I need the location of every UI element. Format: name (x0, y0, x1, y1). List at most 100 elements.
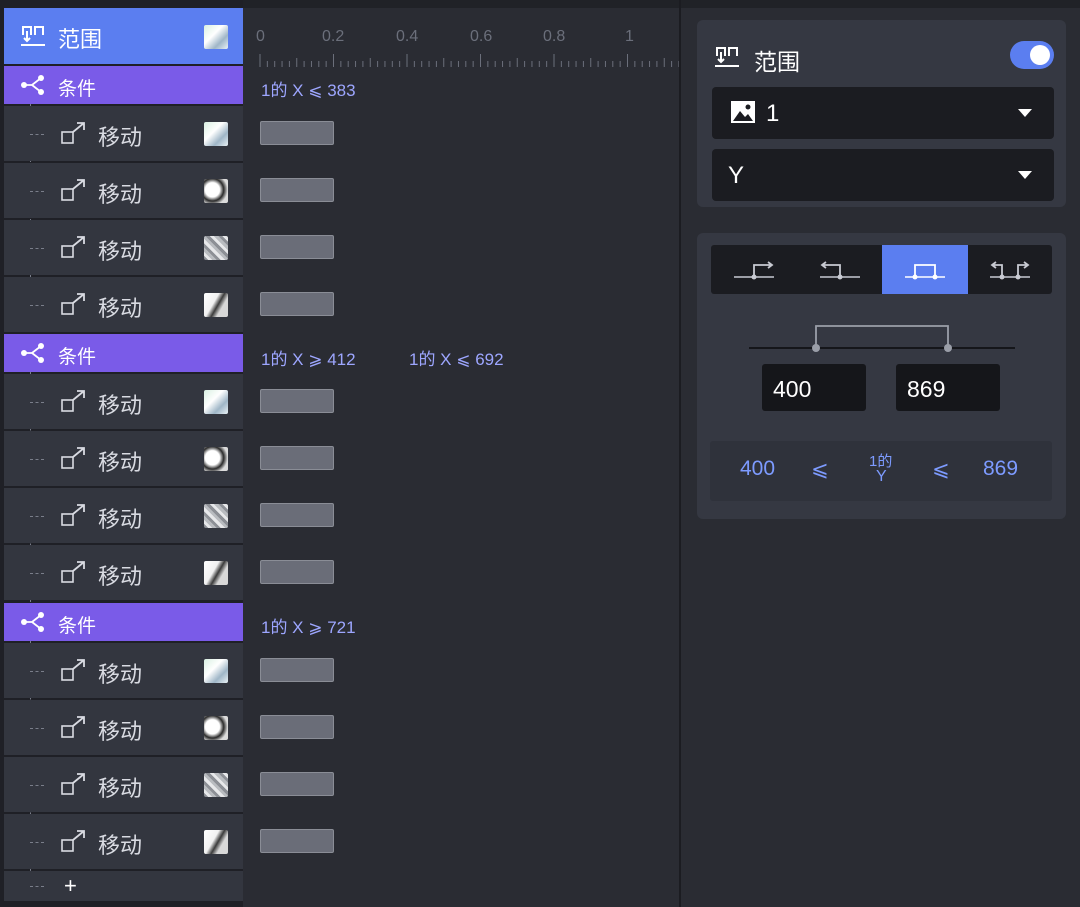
image-thumbnail (204, 236, 228, 260)
condition-label: 条件 (58, 616, 97, 637)
mode-outside-button[interactable] (968, 245, 1052, 294)
formula-subject-axis: Y (876, 468, 887, 485)
range-outside-icon (990, 261, 1030, 280)
formula-max: 869 (983, 457, 1019, 480)
image-thumbnail (204, 122, 228, 146)
branch-icon (21, 343, 44, 363)
tree-connector (30, 191, 44, 192)
move-icon (61, 504, 85, 526)
move-icon (61, 236, 85, 258)
min-value-input[interactable]: 400 (762, 364, 866, 411)
tree-connector (30, 886, 44, 887)
timeline-clip[interactable] (260, 235, 334, 259)
image-thumbnail (204, 716, 228, 740)
branch-icon (21, 75, 44, 95)
axis-select-value: Y (728, 162, 745, 189)
timeline-clip[interactable] (260, 772, 334, 796)
image-thumbnail (204, 561, 228, 585)
move-icon (61, 659, 85, 681)
tree-connector (30, 671, 44, 672)
timeline-clip[interactable] (260, 503, 334, 527)
image-thumbnail (204, 773, 228, 797)
chevron-down-icon (1018, 109, 1032, 117)
timeline-clip[interactable] (260, 389, 334, 413)
add-icon: + (64, 873, 77, 898)
ruler-tick-label: 1 (625, 28, 634, 45)
branch-icon (21, 612, 44, 632)
move-label: 移动 (98, 662, 143, 687)
tree-connector (30, 402, 44, 403)
image-icon (731, 101, 755, 123)
timeline-clip[interactable] (260, 446, 334, 470)
move-icon (61, 830, 85, 852)
range-out-right-icon (734, 261, 774, 280)
condition-row[interactable]: 条件 (4, 66, 243, 104)
tree-connector (30, 573, 44, 574)
layer-range-row[interactable]: 范围 (4, 8, 243, 64)
ruler-tick-label: 0.4 (396, 28, 419, 45)
range-out-left-icon (820, 261, 860, 280)
move-icon (61, 447, 85, 469)
axis-select[interactable]: Y (712, 149, 1054, 201)
timeline-clip[interactable] (260, 178, 334, 202)
condition-expression: 1的 X ⩾ 412 (261, 350, 356, 369)
image-thumbnail (204, 504, 228, 528)
image-thumbnail (204, 293, 228, 317)
condition-row[interactable]: 条件 (4, 603, 243, 641)
tree-connector (30, 728, 44, 729)
move-icon (61, 773, 85, 795)
panel-title: 范围 (754, 49, 800, 75)
move-label: 移动 (98, 296, 143, 321)
move-label: 移动 (98, 564, 143, 589)
image-thumbnail (204, 659, 228, 683)
condition-expression: 1的 X ⩾ 721 (261, 618, 356, 637)
move-label: 移动 (98, 507, 143, 532)
move-label: 移动 (98, 239, 143, 264)
timeline-clip[interactable] (260, 715, 334, 739)
formula-op: ⩽ (932, 458, 950, 481)
ruler-tick-label: 0.6 (470, 28, 493, 45)
ruler-tick-label: 0.8 (543, 28, 566, 45)
timeline-clip[interactable] (260, 658, 334, 682)
source-select[interactable]: 1 (712, 87, 1054, 139)
chevron-down-icon (1018, 171, 1032, 179)
move-label: 移动 (98, 719, 143, 744)
condition-row[interactable]: 条件 (4, 334, 243, 372)
tree-connector (30, 516, 44, 517)
move-label: 移动 (98, 450, 143, 475)
image-thumbnail (204, 25, 228, 49)
max-value-input[interactable]: 869 (896, 364, 1000, 411)
move-icon (61, 122, 85, 144)
move-label: 移动 (98, 776, 143, 801)
move-icon (61, 561, 85, 583)
tree-connector (30, 459, 44, 460)
timeline-clip[interactable] (260, 829, 334, 853)
ruler-tick-label: 0.2 (322, 28, 345, 45)
timeline-clip[interactable] (260, 560, 334, 584)
toggle-knob (1030, 45, 1050, 65)
timeline-clip[interactable] (260, 292, 334, 316)
ruler-tick-label: 0 (256, 28, 265, 45)
panel-top-strip (681, 0, 1080, 8)
mode-out-left-button[interactable] (797, 245, 883, 294)
mode-inside-button[interactable] (882, 245, 968, 294)
move-icon (61, 293, 85, 315)
layer-range-label: 范围 (58, 27, 103, 52)
move-label: 移动 (98, 182, 143, 207)
timeline-ruler (259, 54, 679, 67)
enable-toggle[interactable] (1010, 41, 1054, 69)
move-icon (61, 716, 85, 738)
source-select-value: 1 (766, 100, 780, 127)
image-thumbnail (204, 830, 228, 854)
condition-label: 条件 (58, 347, 97, 368)
timeline-clip[interactable] (260, 121, 334, 145)
tree-connector (30, 785, 44, 786)
range-diagram (749, 325, 1015, 352)
image-thumbnail (204, 447, 228, 471)
mode-out-right-button[interactable] (711, 245, 797, 294)
range-icon (21, 26, 45, 46)
move-label: 移动 (98, 833, 143, 858)
image-thumbnail (204, 390, 228, 414)
move-label: 移动 (98, 393, 143, 418)
move-icon (61, 179, 85, 201)
